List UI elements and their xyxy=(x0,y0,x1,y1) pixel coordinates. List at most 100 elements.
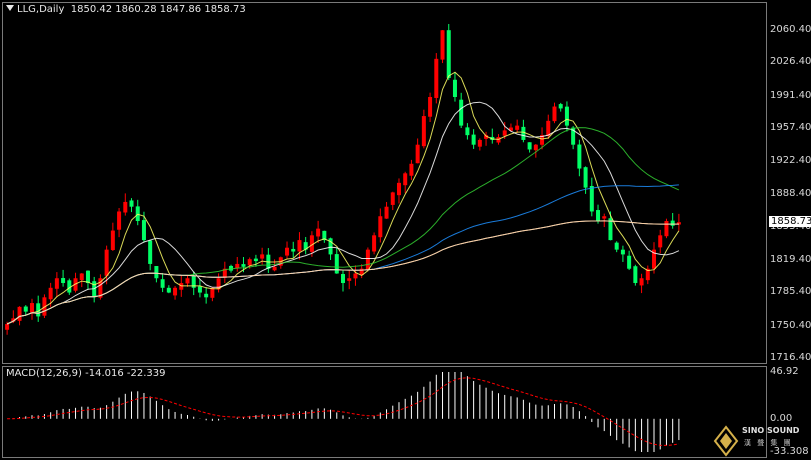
candle-bear xyxy=(23,306,28,312)
candle-bear xyxy=(589,186,594,212)
macd-signal-line xyxy=(7,377,679,446)
candle-bear xyxy=(446,30,451,78)
price-tick-label: 1819.40 xyxy=(770,253,811,265)
candle-bull xyxy=(639,278,644,286)
current-price-tag: 1858.73 xyxy=(769,216,811,228)
candle-bull xyxy=(29,303,34,313)
price-tick-label: 1785.40 xyxy=(770,286,811,298)
price-tick-label: 2060.40 xyxy=(770,23,811,35)
candle-bear xyxy=(291,248,296,252)
candle-bear xyxy=(197,286,202,293)
candle-bull xyxy=(353,273,358,279)
price-tick-label: 2026.40 xyxy=(770,56,811,68)
candle-bull xyxy=(378,216,383,238)
candle-bear xyxy=(627,255,632,269)
candle-bear xyxy=(154,266,159,279)
price-tick-label: 1922.40 xyxy=(770,155,811,167)
logo-subtitle: 漢 聲 集 團 xyxy=(744,439,793,447)
candle-bull xyxy=(104,249,109,276)
candle-bear xyxy=(527,142,532,150)
candle-bear xyxy=(85,270,90,284)
candle-bull xyxy=(384,206,389,219)
macd-title: MACD(12,26,9) -14.016 -22.339 xyxy=(6,368,166,379)
price-tick-label: 1750.40 xyxy=(770,319,811,331)
candle-bull xyxy=(5,324,10,330)
candle-bull xyxy=(123,201,128,213)
candle-bull xyxy=(17,306,22,321)
candle-bull xyxy=(173,287,178,296)
candle-bear xyxy=(521,126,526,140)
candle-bear xyxy=(241,264,246,267)
candle-bull xyxy=(552,106,557,122)
candle-bull xyxy=(247,259,252,266)
candle-bull xyxy=(515,125,520,130)
candle-bull xyxy=(658,235,663,248)
candle-bear xyxy=(596,210,601,222)
candle-bull xyxy=(316,228,321,237)
candle-bear xyxy=(558,104,563,109)
candle-bull xyxy=(546,120,551,136)
candle-bull xyxy=(185,278,190,284)
chart-canvas xyxy=(5,23,681,452)
candle-bull xyxy=(260,254,265,259)
candle-bull xyxy=(272,266,277,271)
symbol-label: LLG,Daily xyxy=(17,4,65,15)
candle-bull xyxy=(210,287,215,298)
candle-bull xyxy=(48,287,53,300)
candle-bear xyxy=(633,266,638,284)
candle-bear xyxy=(129,200,134,207)
candles xyxy=(5,23,681,335)
candle-bull xyxy=(409,163,414,176)
candle-bull xyxy=(365,249,370,270)
candle-bull xyxy=(440,30,445,60)
candle-bull xyxy=(396,182,401,196)
candle-bear xyxy=(452,79,457,97)
chart-window: LLG,Daily 1850.42 1860.28 1847.86 1858.7… xyxy=(0,0,811,460)
candle-bear xyxy=(614,242,619,250)
candle-bull xyxy=(372,235,377,252)
ohlc-values: 1850.42 1860.28 1847.86 1858.73 xyxy=(70,4,246,15)
candle-bull xyxy=(421,116,426,147)
candle-bear xyxy=(471,134,476,145)
candle-bull xyxy=(602,216,607,219)
candle-bear xyxy=(141,220,146,241)
candle-bear xyxy=(61,278,66,284)
dropdown-triangle-icon[interactable] xyxy=(6,5,14,11)
candle-bull xyxy=(390,192,395,205)
macd-tick-label: 46.92 xyxy=(770,366,799,377)
price-tick-label: 1991.40 xyxy=(770,89,811,101)
candle-bear xyxy=(564,106,569,126)
candle-bear xyxy=(459,99,464,126)
candle-bull xyxy=(502,130,507,136)
logo-name: SINO SOUND xyxy=(742,426,800,435)
candle-bull xyxy=(477,139,482,147)
macd-tick-label: 0.00 xyxy=(770,412,793,424)
candle-bull xyxy=(297,240,302,252)
candle-bear xyxy=(670,220,675,226)
candle-bear xyxy=(583,167,588,188)
candle-bull xyxy=(533,144,538,151)
candle-bull xyxy=(403,173,408,186)
candle-bull xyxy=(79,273,84,281)
candle-bear xyxy=(148,240,153,264)
candle-bull xyxy=(664,221,669,237)
candle-bear xyxy=(334,254,339,274)
chart-header: LLG,Daily 1850.42 1860.28 1847.86 1858.7… xyxy=(6,4,246,15)
candle-bull xyxy=(347,278,352,281)
candle-bull xyxy=(428,96,433,117)
candle-bull xyxy=(110,230,115,251)
candle-bull xyxy=(285,247,290,256)
candle-bear xyxy=(620,249,625,255)
candle-bear xyxy=(577,144,582,169)
candle-bear xyxy=(160,279,165,288)
candle-bull xyxy=(117,211,122,230)
candle-bull xyxy=(434,58,439,98)
candle-bear xyxy=(465,127,470,136)
candle-bear xyxy=(341,274,345,284)
candle-bear xyxy=(166,287,171,293)
candle-bull xyxy=(54,278,59,289)
candle-bull xyxy=(415,144,420,164)
candle-bear xyxy=(204,293,209,298)
price-tick-label: 1888.40 xyxy=(770,187,811,199)
candle-bear xyxy=(253,258,258,262)
